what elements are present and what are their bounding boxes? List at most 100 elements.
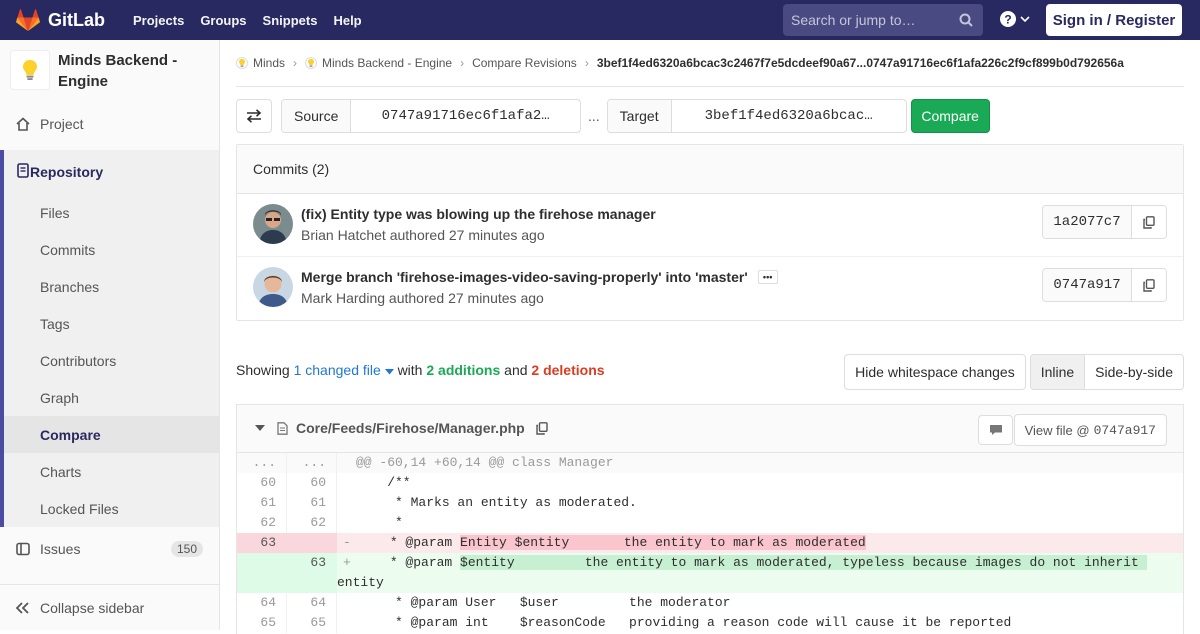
swap-revisions-button[interactable] bbox=[236, 99, 272, 133]
copy-sha-button[interactable] bbox=[1132, 206, 1166, 238]
diff-sign: - bbox=[343, 535, 351, 550]
commit-sha-group: 1a2077c7 bbox=[1042, 205, 1167, 239]
side-by-side-button[interactable]: Side-by-side bbox=[1085, 355, 1183, 389]
sidebar-subitem-contributors[interactable]: Contributors bbox=[4, 342, 219, 379]
old-line-number[interactable]: 65 bbox=[237, 613, 287, 633]
old-line-number[interactable]: 61 bbox=[237, 493, 287, 513]
new-line-number[interactable]: 60 bbox=[287, 473, 337, 493]
compare-button[interactable]: Compare bbox=[910, 99, 990, 133]
new-line-number[interactable] bbox=[287, 533, 337, 553]
help-dropdown[interactable]: ? bbox=[1000, 11, 1030, 27]
commit-sha[interactable]: 0747a917 bbox=[1043, 269, 1132, 301]
issues-count-badge: 150 bbox=[170, 541, 203, 557]
sidebar-subitem-tags[interactable]: Tags bbox=[4, 305, 219, 342]
added-highlight: $entity the entity to mark as moderated,… bbox=[460, 555, 1147, 570]
sidebar-item-project[interactable]: Project bbox=[0, 104, 219, 144]
changed-files-dropdown[interactable]: 1 changed file bbox=[294, 362, 394, 378]
commit-title[interactable]: (fix) Entity type was blowing up the fir… bbox=[301, 206, 656, 222]
sidebar-subitem-locked-files[interactable]: Locked Files bbox=[4, 490, 219, 527]
search-input[interactable]: Search or jump to… bbox=[783, 4, 983, 36]
sidebar-subitem-files[interactable]: Files bbox=[4, 194, 219, 231]
hide-whitespace-button[interactable]: Hide whitespace changes bbox=[844, 354, 1026, 390]
target-value[interactable]: 3bef1f4ed6320a6bcac… bbox=[672, 100, 906, 132]
breadcrumb-item-project[interactable]: Minds Backend - Engine bbox=[322, 56, 452, 70]
project-avatar bbox=[10, 50, 50, 90]
home-icon bbox=[16, 117, 32, 131]
diff-sign: + bbox=[343, 555, 351, 570]
avatar[interactable] bbox=[253, 204, 293, 244]
breadcrumb-item-minds[interactable]: Minds bbox=[253, 56, 285, 70]
main-content: Minds › Minds Backend - Engine › Compare… bbox=[236, 40, 1184, 634]
old-line-number[interactable] bbox=[237, 553, 287, 593]
old-line-number[interactable]: 60 bbox=[237, 473, 287, 493]
copy-path-icon[interactable] bbox=[536, 421, 548, 435]
project-header[interactable]: Minds Backend - Engine bbox=[0, 40, 219, 104]
new-line-number[interactable]: 63 bbox=[287, 553, 337, 593]
top-nav: Projects Groups Snippets Help bbox=[125, 13, 370, 28]
swap-icon bbox=[246, 109, 262, 123]
view-mode-toggle: Inline Side-by-side bbox=[1029, 354, 1184, 390]
source-selector[interactable]: Source 0747a91716ec6f1afa2… bbox=[281, 99, 581, 133]
inline-view-button[interactable]: Inline bbox=[1030, 355, 1086, 389]
nav-projects[interactable]: Projects bbox=[125, 13, 192, 28]
diff-line-removed: 63 - * @param Entity $entity the entity … bbox=[237, 533, 1183, 553]
line-prefix: * @param bbox=[350, 535, 461, 550]
file-path-text[interactable]: Core/Feeds/Firehose/Manager.php bbox=[296, 420, 525, 436]
collapse-sidebar-button[interactable]: Collapse sidebar bbox=[0, 584, 219, 630]
old-line-number: ... bbox=[237, 453, 287, 473]
sidebar-subitem-compare[interactable]: Compare bbox=[4, 416, 219, 453]
new-line-number[interactable]: 65 bbox=[287, 613, 337, 633]
file-path: Core/Feeds/Firehose/Manager.php bbox=[255, 420, 548, 436]
breadcrumb-current[interactable]: 3bef1f4ed6320a6bcac3c2467f7e5dcdeef90a67… bbox=[597, 56, 1124, 70]
sidebar-subitem-charts[interactable]: Charts bbox=[4, 453, 219, 490]
line-prefix: * @param bbox=[350, 555, 461, 570]
commit-row: (fix) Entity type was blowing up the fir… bbox=[237, 194, 1183, 257]
nav-groups[interactable]: Groups bbox=[192, 13, 254, 28]
commit-meta: Brian Hatchet authored 27 minutes ago bbox=[301, 227, 545, 243]
new-line-number[interactable]: 64 bbox=[287, 593, 337, 613]
toggle-comments-button[interactable] bbox=[978, 415, 1013, 445]
sidebar-subitem-branches[interactable]: Branches bbox=[4, 268, 219, 305]
view-file-label: View file @ bbox=[1024, 422, 1090, 438]
brand-name: GitLab bbox=[48, 9, 105, 30]
chevron-right-icon: › bbox=[460, 56, 465, 70]
sidebar-item-label: Issues bbox=[40, 541, 81, 557]
gitlab-logo[interactable]: GitLab bbox=[16, 9, 105, 31]
diff-file-header: Core/Feeds/Firehose/Manager.php View fil… bbox=[237, 405, 1183, 453]
copy-icon bbox=[1143, 278, 1155, 292]
summary-with: with bbox=[397, 362, 423, 378]
avatar[interactable] bbox=[253, 267, 293, 307]
sidebar-item-issues[interactable]: Issues 150 bbox=[0, 527, 219, 571]
target-selector[interactable]: Target 3bef1f4ed6320a6bcac… bbox=[606, 99, 907, 133]
line-content: * bbox=[356, 515, 403, 530]
copy-sha-button[interactable] bbox=[1132, 269, 1166, 301]
project-name: Minds Backend - Engine bbox=[58, 52, 178, 90]
view-file-sha: 0747a917 bbox=[1093, 422, 1156, 438]
nav-help[interactable]: Help bbox=[325, 13, 369, 28]
sidebar-subitem-graph[interactable]: Graph bbox=[4, 379, 219, 416]
diff-hunk-header: ... ... @@ -60,14 +60,14 @@ class Manage… bbox=[237, 453, 1183, 473]
view-file-button[interactable]: View file @0747a917 bbox=[1013, 414, 1167, 446]
line-content: - * @param Entity $entity the entity to … bbox=[337, 533, 1183, 553]
compare-form: Source 0747a91716ec6f1afa2… ... Target 3… bbox=[236, 99, 990, 133]
old-line-number[interactable]: 64 bbox=[237, 593, 287, 613]
source-value[interactable]: 0747a91716ec6f1afa2… bbox=[351, 100, 580, 132]
commit-meta: Mark Harding authored 27 minutes ago bbox=[301, 290, 544, 306]
sidebar-item-repository[interactable]: Repository bbox=[0, 150, 219, 194]
sidebar-subitem-commits[interactable]: Commits bbox=[4, 231, 219, 268]
breadcrumb-item-compare[interactable]: Compare Revisions bbox=[472, 56, 577, 70]
sidebar-item-label: Repository bbox=[30, 164, 104, 180]
old-line-number[interactable]: 62 bbox=[237, 513, 287, 533]
new-line-number[interactable]: 61 bbox=[287, 493, 337, 513]
diff-line-added: 63 + * @param $entity the entity to mark… bbox=[237, 553, 1183, 593]
new-line-number[interactable]: 62 bbox=[287, 513, 337, 533]
collapse-caret-icon[interactable] bbox=[255, 425, 265, 431]
diff-line: 64 64 * @param User $user the moderator bbox=[237, 593, 1183, 613]
old-line-number[interactable]: 63 bbox=[237, 533, 287, 553]
commit-title[interactable]: Merge branch 'firehose-images-video-savi… bbox=[301, 269, 778, 285]
line-content: /** bbox=[356, 475, 411, 490]
commit-sha[interactable]: 1a2077c7 bbox=[1043, 206, 1132, 238]
sign-in-button[interactable]: Sign in / Register bbox=[1046, 4, 1182, 36]
nav-snippets[interactable]: Snippets bbox=[255, 13, 326, 28]
expand-message-button[interactable]: ••• bbox=[757, 270, 778, 284]
